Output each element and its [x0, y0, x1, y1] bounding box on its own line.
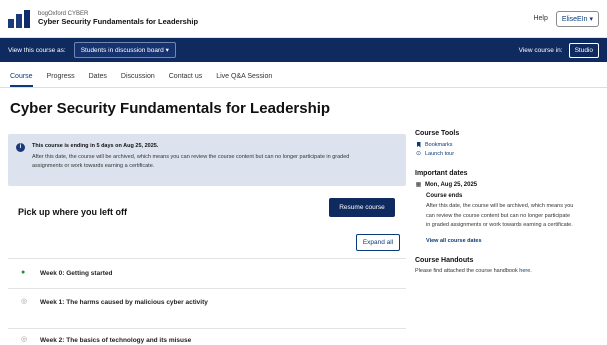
- event-desc-line-3: in graded assignments or work towards ea…: [426, 222, 573, 229]
- date-item: ▦ Mon, Aug 25, 2025: [415, 181, 607, 189]
- outline-section-label: Week 1: The harms caused by malicious cy…: [40, 299, 208, 306]
- tour-icon: ⊙: [415, 151, 422, 157]
- course-sidebar: Course Tools Bookmarks ⊙ Launch tour Imp…: [415, 130, 607, 274]
- course-end-alert: i This course is ending in 5 days on Aug…: [8, 134, 406, 186]
- outline-section[interactable]: ● Week 0: Getting started: [8, 259, 406, 289]
- info-icon: i: [16, 143, 25, 152]
- header-course-title: Cyber Security Fundamentals for Leadersh…: [38, 16, 199, 26]
- outline-section-label: Week 2: The basics of technology and its…: [40, 337, 192, 344]
- view-in-label: View course in:: [518, 46, 563, 54]
- course-outline: ● Week 0: Getting started ◎ Week 1: The …: [8, 258, 406, 345]
- bookmarks-label: Bookmarks: [425, 141, 453, 148]
- check-circle-outline-icon: ◎: [21, 336, 28, 343]
- page-title: Cyber Security Fundamentals for Leadersh…: [10, 100, 331, 117]
- date-label: Mon, Aug 25, 2025: [425, 181, 478, 188]
- calendar-icon: ▦: [415, 182, 422, 188]
- check-circle-outline-icon: ◎: [21, 298, 28, 305]
- tab-progress[interactable]: Progress: [47, 73, 75, 87]
- launch-tour-label: Launch tour: [425, 150, 455, 157]
- resume-heading: Pick up where you left off: [18, 207, 128, 217]
- tab-course[interactable]: Course: [10, 73, 33, 87]
- bookmark-icon: [415, 141, 422, 148]
- top-header: bogOxford CYBER Cyber Security Fundament…: [0, 0, 607, 38]
- view-as-select[interactable]: Students in discussion board ▾: [73, 42, 176, 58]
- alert-body-line-2: assignments or work towards earning a ce…: [32, 162, 155, 169]
- course-tabs: Course Progress Dates Discussion Contact…: [0, 62, 607, 88]
- outline-section[interactable]: ◎ Week 2: The basics of technology and i…: [8, 329, 406, 345]
- staff-preview-bar: View this course as: Students in discuss…: [0, 38, 607, 62]
- handouts-text: Please find attached the course handbook…: [415, 268, 607, 274]
- alert-heading: This course is ending in 5 days on Aug 2…: [32, 143, 159, 149]
- view-as-label: View this course as:: [8, 46, 66, 54]
- header-course-info: bogOxford CYBER Cyber Security Fundament…: [38, 11, 198, 25]
- course-handouts-heading: Course Handouts: [415, 256, 474, 264]
- handouts-text-body: Please find attached the course handbook: [415, 267, 518, 274]
- launch-tour-link[interactable]: ⊙ Launch tour: [415, 150, 607, 158]
- view-all-dates-link[interactable]: View all course dates: [426, 238, 607, 244]
- tab-live-qa-session[interactable]: Live Q&A Session: [216, 73, 272, 87]
- event-title: Course ends: [426, 193, 463, 199]
- tab-dates[interactable]: Dates: [89, 73, 107, 87]
- important-dates-heading: Important dates: [415, 170, 468, 177]
- event-desc-line-2: can review the course content but can no…: [426, 212, 571, 219]
- event-desc-line-1: After this date, the course will be arch…: [426, 203, 574, 209]
- check-circle-icon: ●: [21, 269, 26, 276]
- alert-body-line-1: After this date, the course will be arch…: [32, 153, 350, 160]
- course-tools-heading: Course Tools: [415, 130, 460, 137]
- outline-section-label: Week 0: Getting started: [40, 270, 113, 277]
- help-link[interactable]: Help: [533, 15, 547, 22]
- user-menu-button[interactable]: EliseEIn ▾: [555, 10, 599, 27]
- resume-course-button[interactable]: Resume course: [329, 198, 395, 217]
- outline-section[interactable]: ◎ Week 1: The harms caused by malicious …: [8, 289, 406, 329]
- tab-discussion[interactable]: Discussion: [121, 73, 155, 87]
- bookmarks-link[interactable]: Bookmarks: [415, 141, 607, 148]
- event-description: After this date, the course will be arch…: [426, 202, 607, 231]
- tab-contact-us[interactable]: Contact us: [169, 73, 202, 87]
- studio-button[interactable]: Studio: [568, 42, 599, 58]
- handbook-link[interactable]: here.: [519, 268, 532, 274]
- org-logo[interactable]: [8, 9, 30, 28]
- expand-all-button[interactable]: Expand all: [356, 234, 400, 251]
